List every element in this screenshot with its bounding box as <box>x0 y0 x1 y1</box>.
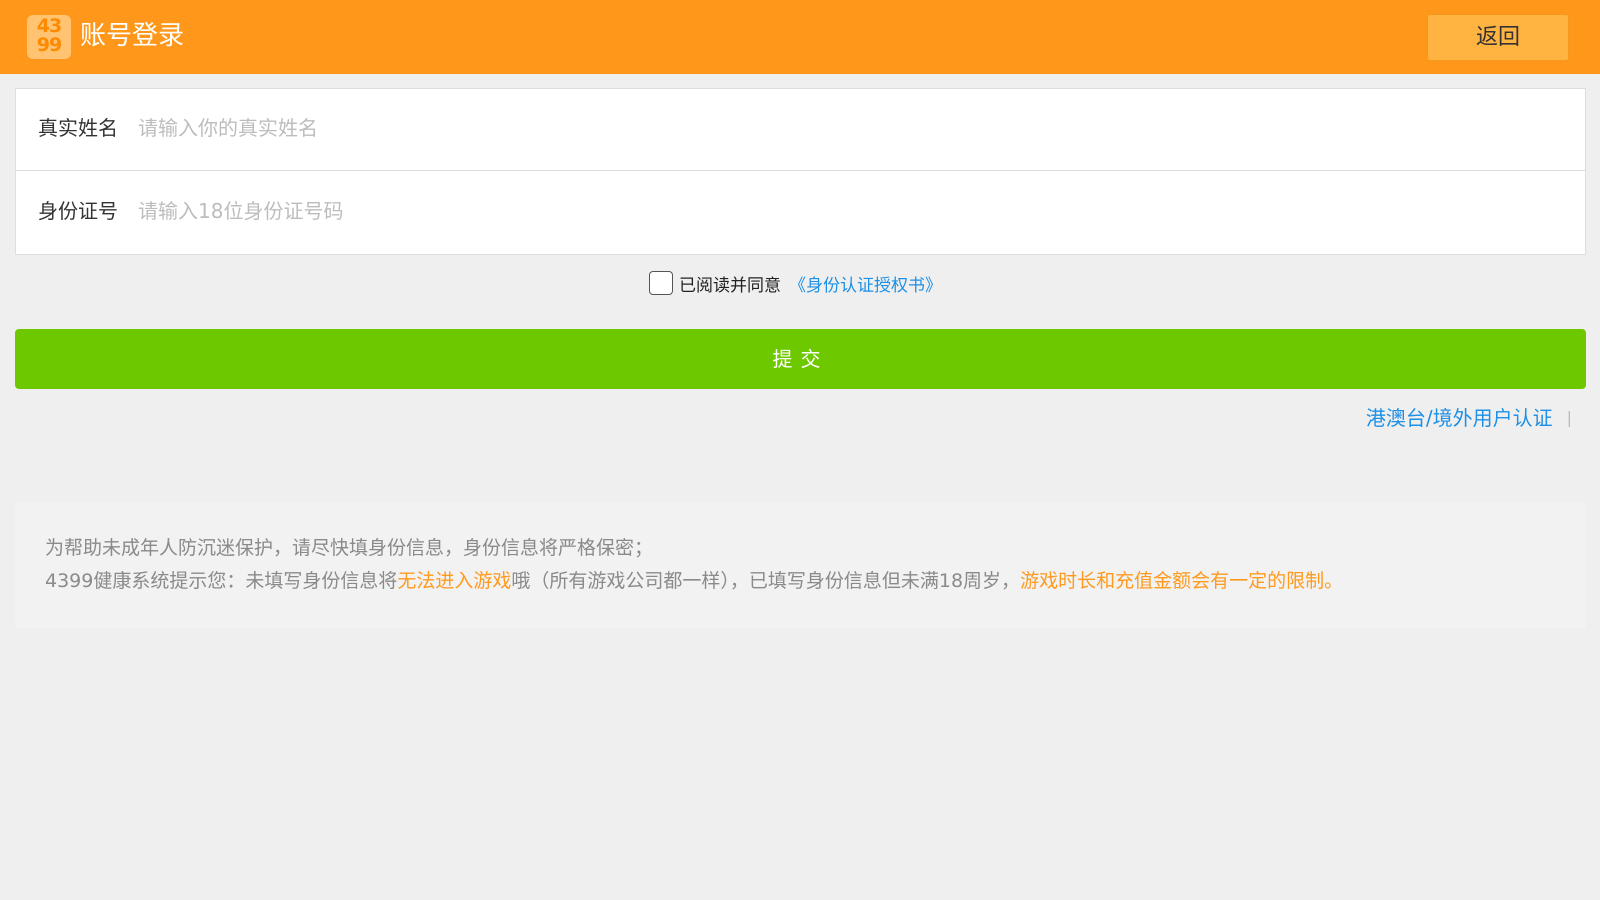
notice-text: 4399健康系统提示您：未填写身份信息将 <box>45 570 398 592</box>
4399-logo-icon: 43 99 <box>27 15 71 59</box>
agreement-text: 已阅读并同意 <box>679 275 781 296</box>
anti-addiction-notice: 为帮助未成年人防沉迷保护，请尽快填身份信息，身份信息将严格保密； 4399健康系… <box>15 502 1586 628</box>
page-title: 账号登录 <box>80 21 185 51</box>
id-number-row: 身份证号 <box>16 172 1585 254</box>
top-bar: 43 99 账号登录 返回 <box>0 0 1600 74</box>
overseas-auth-row: 港澳台/境外用户认证 | <box>1366 404 1572 432</box>
notice-text: 哦（所有游戏公司都一样），已填写身份信息但未满18周岁， <box>511 570 1021 592</box>
real-name-input[interactable] <box>126 109 1546 147</box>
submit-button[interactable]: 提交 <box>15 329 1586 389</box>
back-button[interactable]: 返回 <box>1427 14 1569 61</box>
separator: | <box>1566 408 1572 427</box>
notice-highlight: 游戏时长和充值金额会有一定的限制。 <box>1020 570 1344 592</box>
authorization-link[interactable]: 《身份认证授权书》 <box>789 271 942 296</box>
real-name-label: 真实姓名 <box>38 116 118 140</box>
notice-line-2: 4399健康系统提示您：未填写身份信息将无法进入游戏哦（所有游戏公司都一样），已… <box>45 565 1586 598</box>
identity-form: 真实姓名 身份证号 <box>15 88 1586 255</box>
agreement-checkbox[interactable] <box>649 271 673 295</box>
id-number-input[interactable] <box>126 192 1546 230</box>
overseas-auth-link[interactable]: 港澳台/境外用户认证 <box>1366 404 1553 432</box>
real-name-row: 真实姓名 <box>16 89 1585 171</box>
logo-digits-bottom: 99 <box>36 34 62 56</box>
agreement-row: 已阅读并同意 《身份认证授权书》 <box>649 270 942 296</box>
notice-highlight: 无法进入游戏 <box>397 570 512 592</box>
logo-digits: 43 99 <box>27 17 71 55</box>
notice-line-1: 为帮助未成年人防沉迷保护，请尽快填身份信息，身份信息将严格保密； <box>45 537 654 559</box>
id-number-label: 身份证号 <box>38 199 118 223</box>
